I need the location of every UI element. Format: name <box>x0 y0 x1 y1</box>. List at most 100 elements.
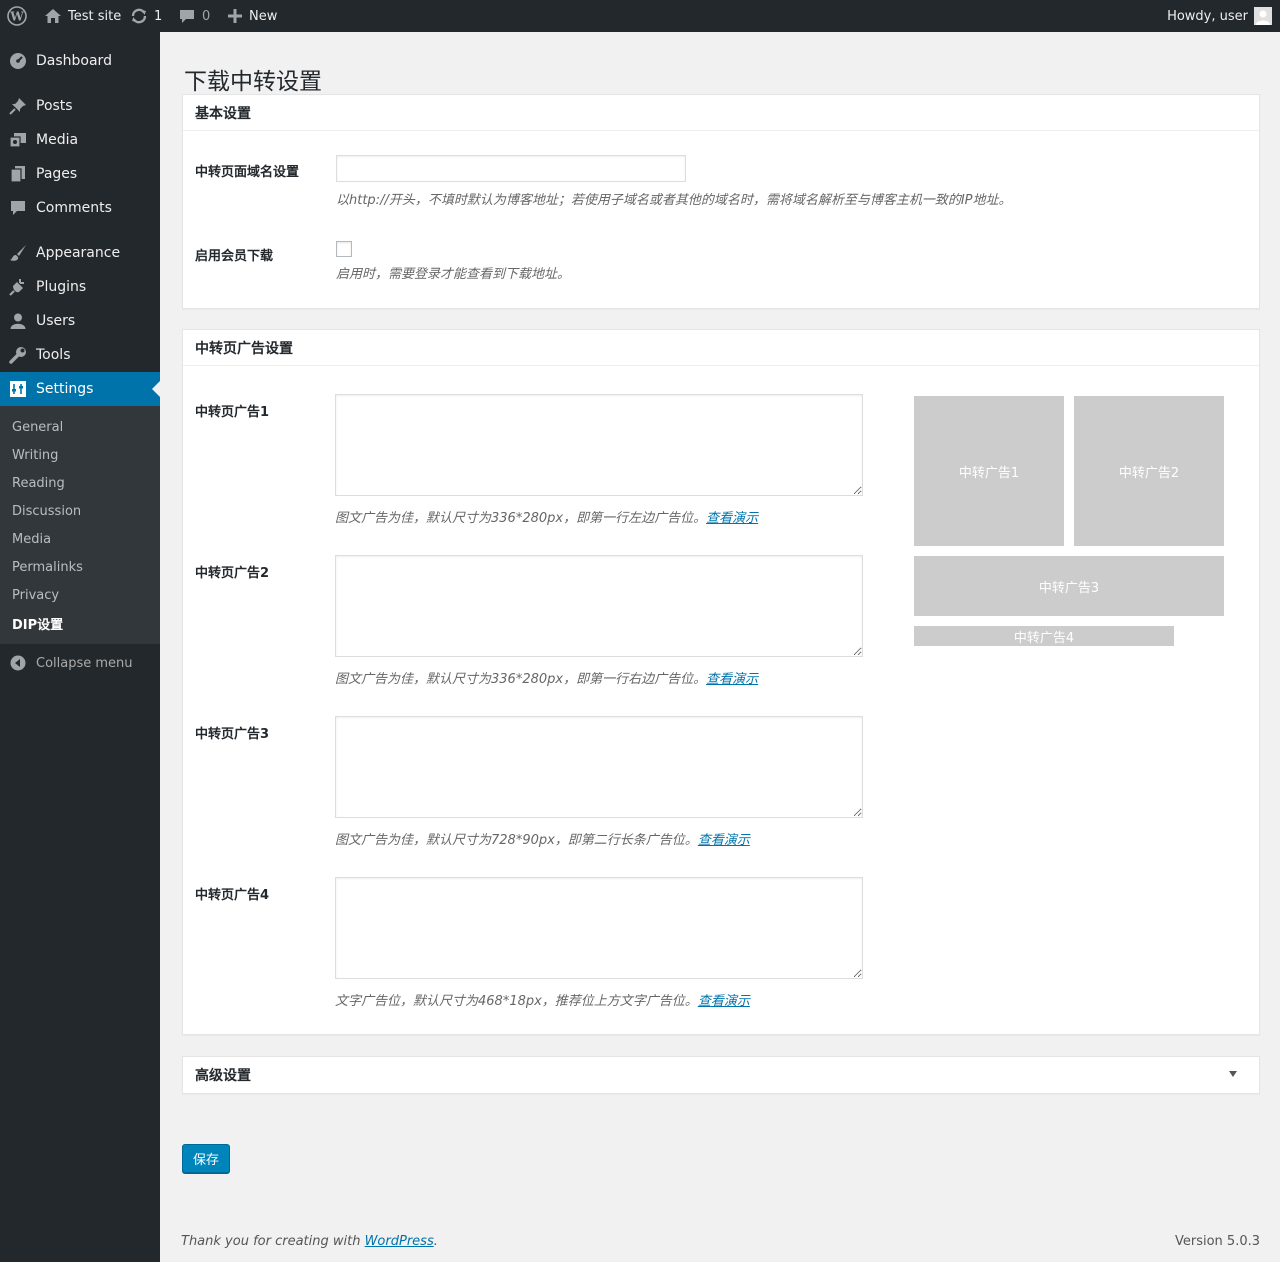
pages-icon <box>0 165 36 183</box>
ad1-textarea[interactable] <box>335 394 863 496</box>
ad4-textarea[interactable] <box>335 877 863 979</box>
sidebar-item-users[interactable]: Users <box>0 304 160 338</box>
ad4-description-text: 文字广告位，默认尺寸为468*18px，推荐位上方文字广告位。 <box>335 994 698 1009</box>
ad1-demo-link[interactable]: 查看演示 <box>706 511 758 526</box>
sidebar-item-label: Settings <box>36 381 94 397</box>
footer-thanks-text: Thank you for creating with <box>181 1234 365 1249</box>
member-download-label: 启用会员下载 <box>195 249 274 264</box>
submenu-reading[interactable]: Reading <box>12 469 65 497</box>
wrench-icon <box>0 346 36 364</box>
settings-icon <box>0 380 36 398</box>
plug-icon <box>0 278 36 296</box>
sidebar-item-label: Media <box>36 132 79 148</box>
sidebar-item-label: Appearance <box>36 245 121 261</box>
sidebar-item-label: Posts <box>36 98 73 114</box>
sidebar-item-tools[interactable]: Tools <box>0 338 160 372</box>
updates-link[interactable]: 1 <box>130 0 162 32</box>
comment-icon <box>0 199 36 217</box>
sidebar-item-label: Comments <box>36 200 112 216</box>
pin-icon <box>0 97 36 115</box>
ad2-demo-link[interactable]: 查看演示 <box>706 672 758 687</box>
ad2-textarea[interactable] <box>335 555 863 657</box>
submenu-dip-settings[interactable]: DIP设置 <box>12 609 63 637</box>
ad-preview-3: 中转广告3 <box>914 556 1224 616</box>
updates-icon <box>130 7 148 25</box>
wordpress-link[interactable]: WordPress <box>365 1234 434 1249</box>
comments-link[interactable]: 0 <box>178 0 210 32</box>
domain-input[interactable] <box>336 155 686 182</box>
settings-submenu: General Writing Reading Discussion Media… <box>0 406 160 644</box>
advanced-settings-heading: 高级设置 <box>195 1068 251 1084</box>
brush-icon <box>0 244 36 262</box>
ad2-description: 图文广告为佳，默认尺寸为336*280px，即第一行右边广告位。查看演示 <box>335 668 758 687</box>
sidebar-item-settings[interactable]: Settings <box>0 372 160 406</box>
ad-preview-2: 中转广告2 <box>1074 396 1224 546</box>
sidebar-item-comments[interactable]: Comments <box>0 191 160 225</box>
comments-count: 0 <box>202 8 211 24</box>
domain-description: 以http://开头，不填时默认为博客地址；若使用子域名或者其他的域名时，需将域… <box>336 193 1012 208</box>
sidebar-item-label: Pages <box>36 166 78 182</box>
ad-settings-heading: 中转页广告设置 <box>183 330 1259 366</box>
user-icon <box>0 312 36 330</box>
toggle-arrow-icon[interactable] <box>1229 1071 1237 1077</box>
current-menu-arrow <box>152 381 160 397</box>
avatar <box>1254 7 1272 25</box>
updates-count: 1 <box>154 8 163 24</box>
member-download-checkbox[interactable] <box>336 241 352 257</box>
sidebar-item-label: Dashboard <box>36 53 112 69</box>
submenu-media[interactable]: Media <box>12 525 51 553</box>
ad-preview-4: 中转广告4 <box>914 626 1174 646</box>
submenu-discussion[interactable]: Discussion <box>12 497 81 525</box>
basic-settings-panel: 基本设置 中转页面域名设置 以http://开头，不填时默认为博客地址；若使用子… <box>182 94 1260 309</box>
ad4-demo-link[interactable]: 查看演示 <box>698 994 750 1009</box>
sidebar-item-plugins[interactable]: Plugins <box>0 270 160 304</box>
sidebar-item-appearance[interactable]: Appearance <box>0 236 160 270</box>
ad1-description: 图文广告为佳，默认尺寸为336*280px，即第一行左边广告位。查看演示 <box>335 507 758 526</box>
ad-preview-1: 中转广告1 <box>914 396 1064 546</box>
sidebar-item-label: Tools <box>36 347 71 363</box>
sidebar-item-pages[interactable]: Pages <box>0 157 160 191</box>
submenu-privacy[interactable]: Privacy <box>12 581 59 609</box>
account-menu[interactable]: Howdy, user <box>1167 0 1272 32</box>
footer-version: Version 5.0.3 <box>1174 1234 1260 1249</box>
howdy-text: Howdy, user <box>1167 8 1248 24</box>
site-name: Test site <box>68 8 122 24</box>
domain-label: 中转页面域名设置 <box>195 165 300 180</box>
new-content-link[interactable]: New <box>227 0 277 32</box>
home-icon <box>44 7 62 25</box>
ad3-description-text: 图文广告为佳，默认尺寸为728*90px，即第二行长条广告位。 <box>335 833 698 848</box>
collapse-label: Collapse menu <box>36 655 133 671</box>
ad-settings-panel: 中转页广告设置 中转页广告1 图文广告为佳，默认尺寸为336*280px，即第一… <box>182 329 1260 1035</box>
media-icon <box>0 131 36 149</box>
sidebar-item-label: Users <box>36 313 76 329</box>
footer-thanks: Thank you for creating with WordPress. <box>181 1234 438 1249</box>
submenu-permalinks[interactable]: Permalinks <box>12 553 83 581</box>
admin-bar: W Test site 1 0 New Howdy, user <box>0 0 1280 32</box>
save-button[interactable]: 保存 <box>182 1144 230 1173</box>
ad4-description: 文字广告位，默认尺寸为468*18px，推荐位上方文字广告位。查看演示 <box>335 990 750 1009</box>
wordpress-logo-icon[interactable]: W <box>7 0 27 32</box>
ad3-textarea[interactable] <box>335 716 863 818</box>
plus-icon <box>227 8 243 24</box>
submenu-general[interactable]: General <box>12 413 63 441</box>
sidebar-item-dashboard[interactable]: Dashboard <box>0 44 160 78</box>
collapse-arrow-icon <box>0 655 36 671</box>
comment-bubble-icon <box>178 7 196 25</box>
ad1-description-text: 图文广告为佳，默认尺寸为336*280px，即第一行左边广告位。 <box>335 511 707 526</box>
sidebar-item-posts[interactable]: Posts <box>0 89 160 123</box>
site-name-link[interactable]: Test site <box>44 0 121 32</box>
advanced-settings-panel[interactable]: 高级设置 <box>182 1056 1260 1094</box>
sidebar-item-media[interactable]: Media <box>0 123 160 157</box>
ad4-label: 中转页广告4 <box>195 888 270 903</box>
footer-thanks-suffix: . <box>433 1234 438 1249</box>
admin-sidebar: Dashboard Posts Media Pages Comments App… <box>0 32 160 1262</box>
submenu-writing[interactable]: Writing <box>12 441 58 469</box>
basic-settings-heading: 基本设置 <box>183 95 1259 131</box>
member-download-description: 启用时，需要登录才能查看到下载地址。 <box>336 267 571 282</box>
ad3-demo-link[interactable]: 查看演示 <box>698 833 750 848</box>
dashboard-icon <box>0 52 36 70</box>
ad2-description-text: 图文广告为佳，默认尺寸为336*280px，即第一行右边广告位。 <box>335 672 707 687</box>
ad1-label: 中转页广告1 <box>195 405 270 420</box>
ad3-description: 图文广告为佳，默认尺寸为728*90px，即第二行长条广告位。查看演示 <box>335 829 750 848</box>
collapse-menu-button[interactable]: Collapse menu <box>0 648 160 678</box>
